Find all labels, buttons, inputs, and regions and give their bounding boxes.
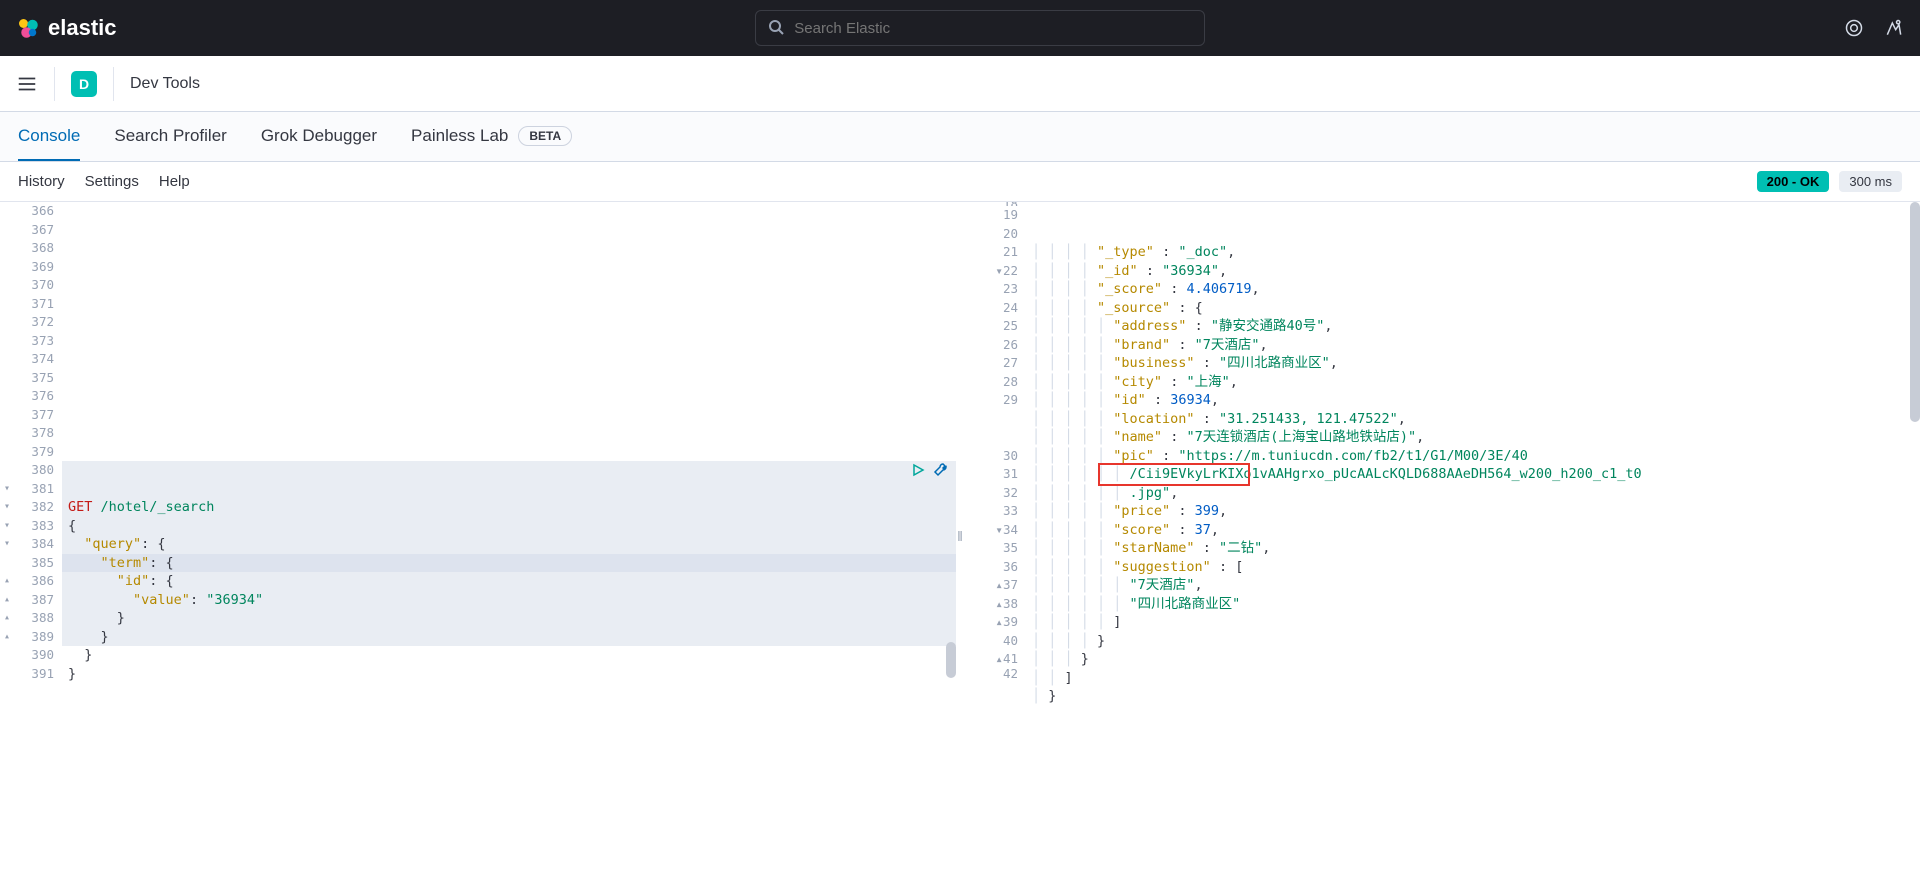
global-search[interactable]	[755, 10, 1205, 46]
divider	[113, 67, 114, 101]
beta-badge: BETA	[518, 126, 572, 146]
app-sub-header: D Dev Tools	[0, 56, 1920, 112]
settings-link[interactable]: Settings	[85, 173, 139, 190]
send-request-icon[interactable]	[910, 462, 926, 484]
tab-painless-lab[interactable]: Painless Lab BETA	[411, 112, 572, 161]
tab-label: Grok Debugger	[261, 126, 377, 146]
price-highlight-box	[1098, 463, 1250, 486]
request-editor[interactable]: GET /hotel/_search{ "query": { "term": {…	[62, 202, 956, 870]
devtools-tabs: Console Search Profiler Grok Debugger Pa…	[0, 112, 1920, 162]
nav-toggle-button[interactable]	[16, 73, 38, 95]
tab-console[interactable]: Console	[18, 112, 80, 161]
page-title: Dev Tools	[130, 75, 200, 93]
search-icon	[768, 19, 784, 38]
newsfeed-icon[interactable]	[1844, 18, 1864, 38]
tab-search-profiler[interactable]: Search Profiler	[114, 112, 226, 161]
response-viewer[interactable]: │ │ │ │ "_type" : "_doc",│ │ │ │ "_id" :…	[1026, 202, 1920, 870]
tab-label: Search Profiler	[114, 126, 226, 146]
tab-label: Painless Lab	[411, 126, 508, 146]
console-editor-area: 3663673683693703713723733743753763773783…	[0, 202, 1920, 870]
console-toolbar: History Settings Help 200 - OK 300 ms	[0, 162, 1920, 202]
request-line-gutter: 3663673683693703713723733743753763773783…	[0, 202, 62, 870]
response-line-gutter: 18192021▾222324252627282930313233▾343536…	[964, 202, 1026, 870]
response-status-badge: 200 - OK	[1757, 171, 1830, 192]
help-link[interactable]: Help	[159, 173, 190, 190]
panel-splitter[interactable]: ‖	[956, 202, 964, 870]
help-icon[interactable]	[1884, 18, 1904, 38]
divider	[54, 67, 55, 101]
elastic-logo-icon	[16, 16, 40, 40]
elastic-logo[interactable]: elastic	[16, 15, 117, 41]
request-panel: 3663673683693703713723733743753763773783…	[0, 202, 956, 870]
wrench-icon[interactable]	[932, 462, 948, 484]
tab-grok-debugger[interactable]: Grok Debugger	[261, 112, 377, 161]
response-time-badge: 300 ms	[1839, 171, 1902, 192]
response-panel: 18192021▾222324252627282930313233▾343536…	[964, 202, 1920, 870]
global-search-input[interactable]	[794, 20, 1192, 37]
space-selector[interactable]: D	[71, 71, 97, 97]
history-link[interactable]: History	[18, 173, 65, 190]
tab-label: Console	[18, 126, 80, 146]
kibana-top-header: elastic	[0, 0, 1920, 56]
elastic-logo-text: elastic	[48, 15, 117, 41]
request-actions	[910, 462, 948, 484]
